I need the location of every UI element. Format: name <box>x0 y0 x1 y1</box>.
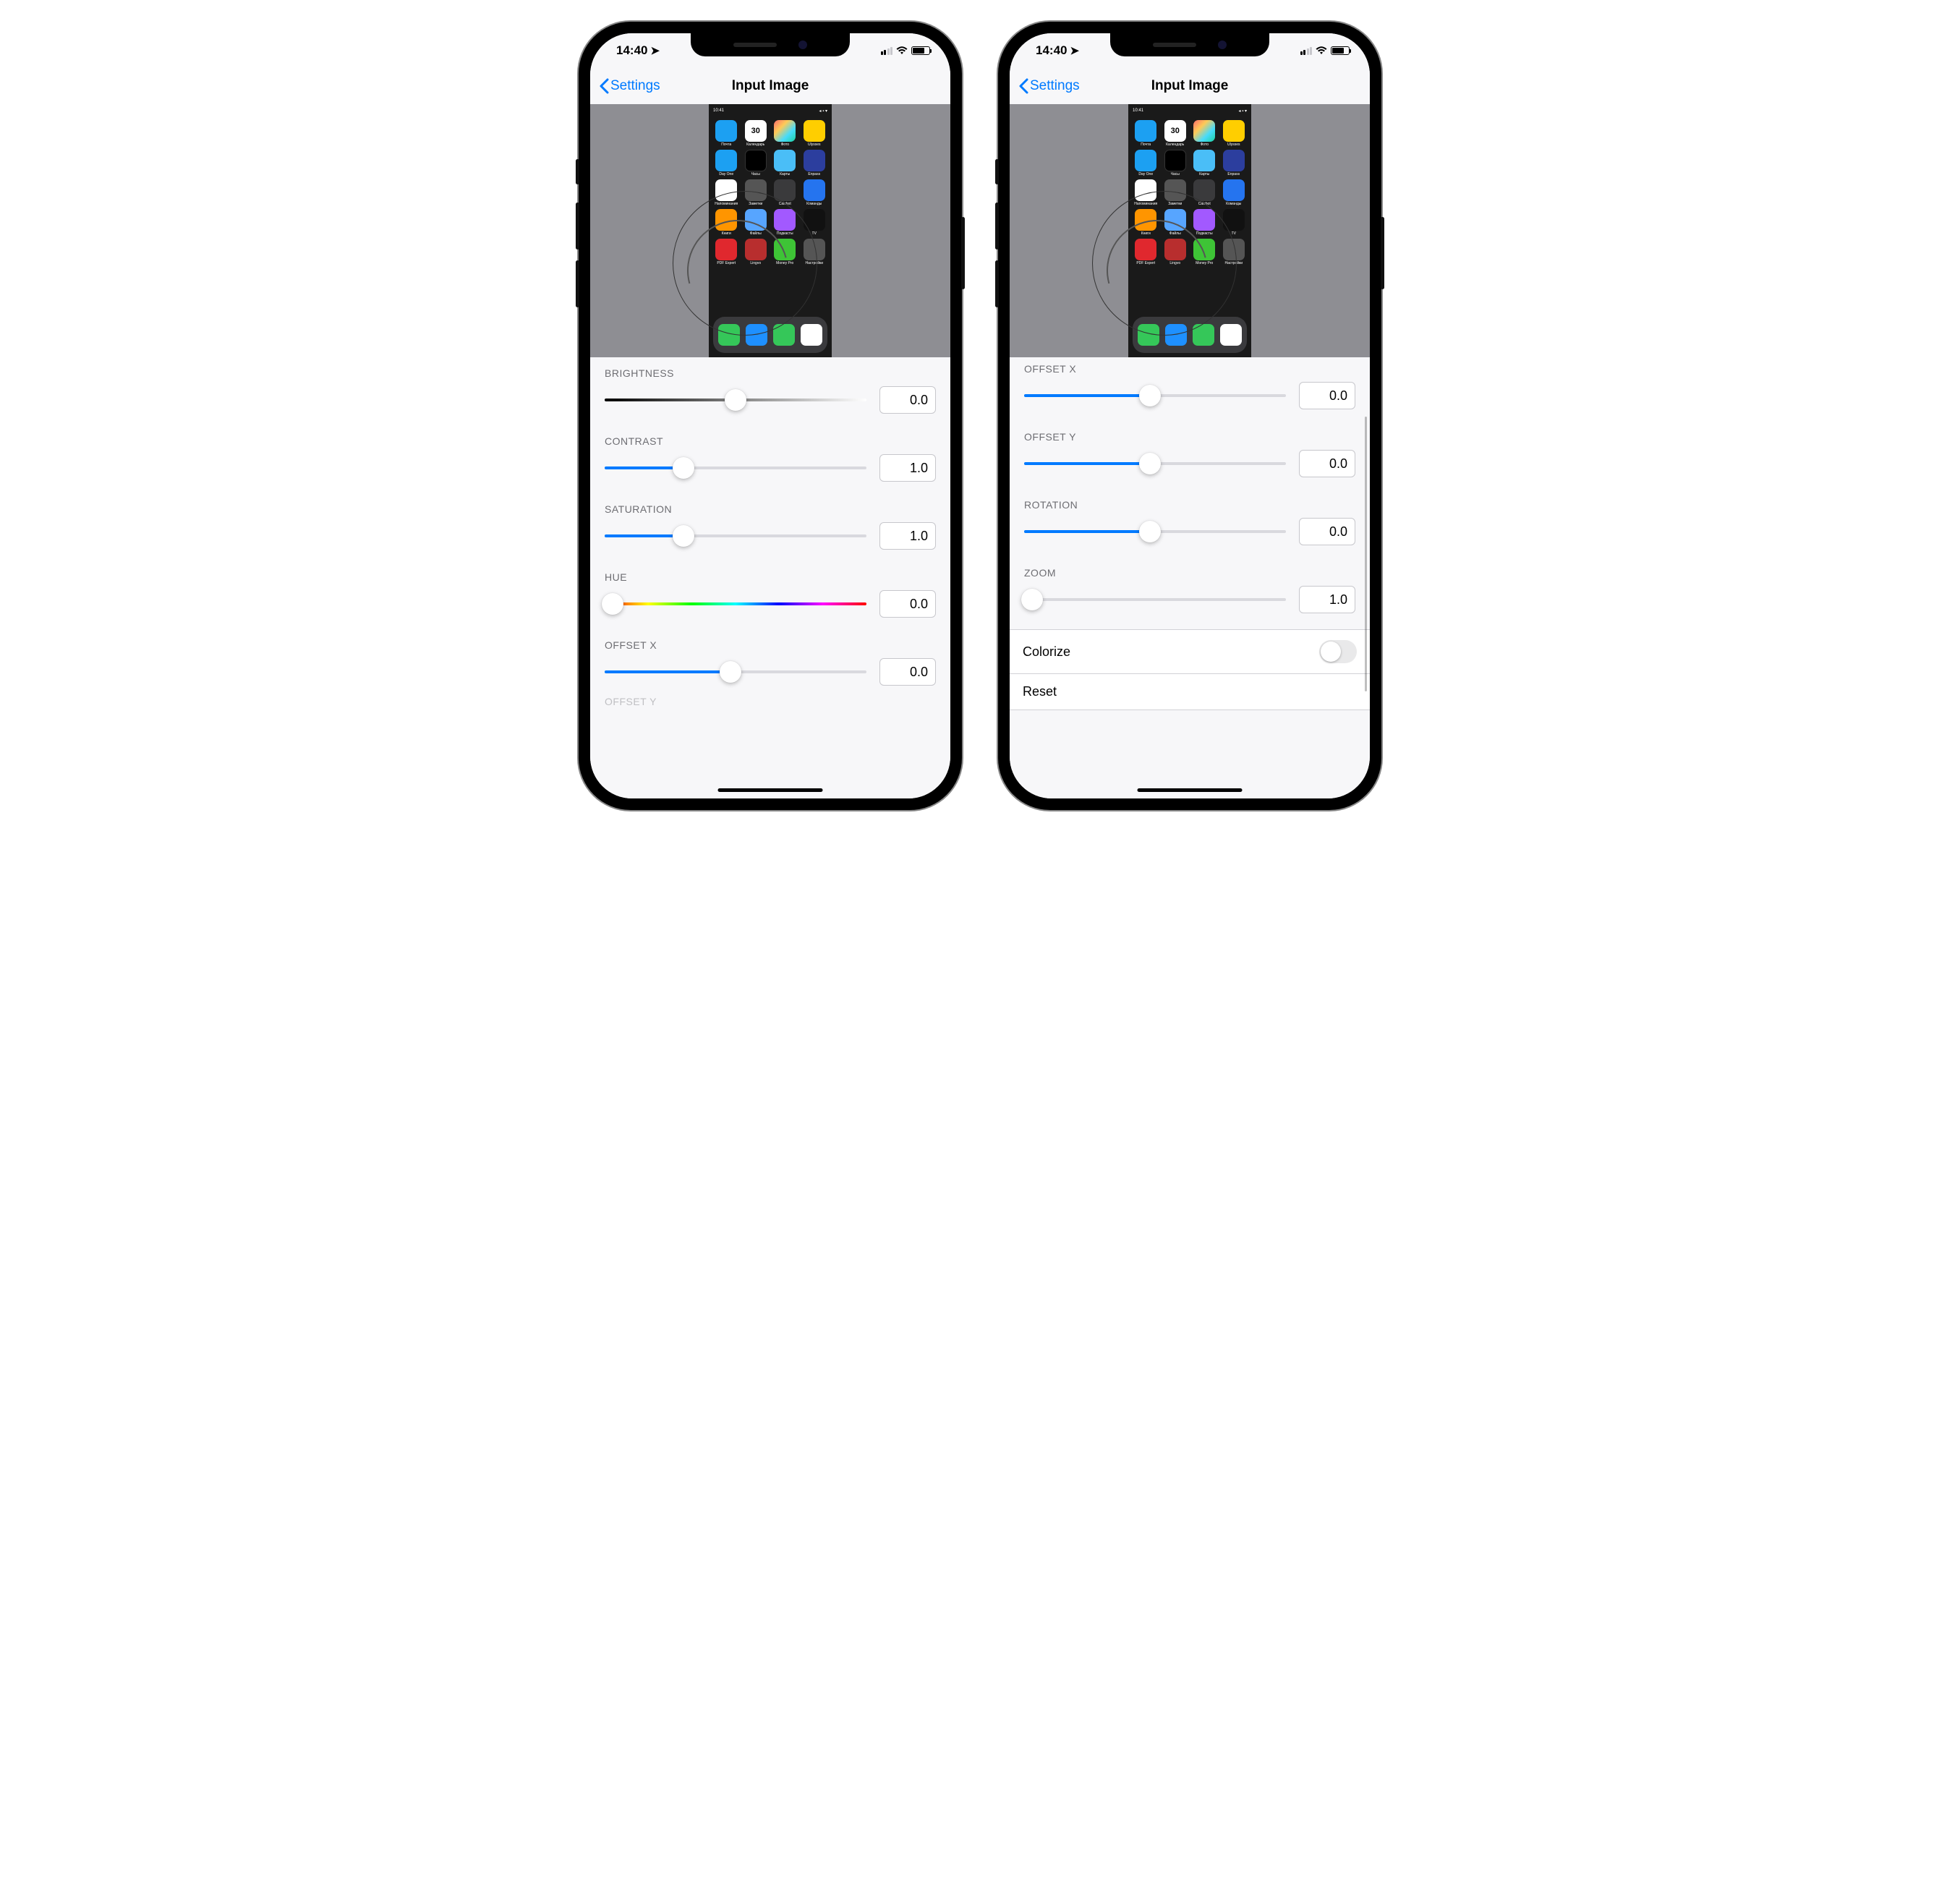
chevron-left-icon <box>599 78 609 94</box>
colorize-label: Colorize <box>1023 644 1070 660</box>
brightness-row: BRIGHTNESS 0.0 <box>605 367 936 414</box>
rotation-slider[interactable] <box>1024 530 1286 533</box>
brightness-value[interactable]: 0.0 <box>879 386 936 414</box>
offsetx-slider[interactable] <box>605 670 866 673</box>
slider-thumb[interactable] <box>673 457 694 479</box>
contrast-row: CONTRAST 1.0 <box>605 435 936 482</box>
notch <box>1110 33 1269 56</box>
offsetx-row: OFFSET X 0.0 <box>605 639 936 686</box>
slider-thumb[interactable] <box>1139 521 1161 542</box>
offsetx-slider[interactable] <box>1024 394 1286 397</box>
offsetx-value[interactable]: 0.0 <box>1299 382 1355 409</box>
chevron-left-icon <box>1018 78 1028 94</box>
status-time: 14:40 <box>616 43 647 58</box>
slider-thumb[interactable] <box>720 661 741 683</box>
zoom-label: ZOOM <box>1024 567 1355 579</box>
offsety-value[interactable]: 0.0 <box>1299 450 1355 477</box>
contrast-slider[interactable] <box>605 466 866 469</box>
status-time: 14:40 <box>1036 43 1067 58</box>
offsetx-label: OFFSET X <box>605 639 936 651</box>
home-indicator[interactable] <box>718 788 823 792</box>
colorize-row: Colorize <box>1010 629 1370 674</box>
reset-label: Reset <box>1023 684 1057 699</box>
signal-icon <box>881 47 893 55</box>
notch <box>691 33 850 56</box>
slider-thumb[interactable] <box>725 389 746 411</box>
back-label: Settings <box>610 78 660 94</box>
offsety-slider[interactable] <box>1024 462 1286 465</box>
slider-thumb[interactable] <box>602 593 623 615</box>
hue-value[interactable]: 0.0 <box>879 590 936 618</box>
hue-label: HUE <box>605 571 936 583</box>
scroll-indicator[interactable] <box>1365 417 1367 691</box>
slider-thumb[interactable] <box>1139 385 1161 406</box>
rotation-label: ROTATION <box>1024 499 1355 511</box>
image-preview[interactable]: 10:41◂ ▪ ▾ Почта30КалендарьФотоUlyssesDa… <box>1010 104 1370 357</box>
preview-homescreen: 10:41◂ ▪ ▾ Почта30КалендарьФотоUlyssesDa… <box>709 104 832 357</box>
battery-icon <box>911 46 930 55</box>
wifi-icon <box>1316 46 1327 55</box>
nav-bar: Settings Input Image <box>1010 68 1370 104</box>
colorize-toggle[interactable] <box>1319 640 1357 663</box>
saturation-value[interactable]: 1.0 <box>879 522 936 550</box>
controls-panel: OFFSET X 0.0 OFFSET Y 0.0 <box>1010 357 1370 798</box>
slider-thumb[interactable] <box>1139 453 1161 474</box>
slider-thumb[interactable] <box>673 525 694 547</box>
saturation-row: SATURATION 1.0 <box>605 503 936 550</box>
offsetx-label: OFFSET X <box>1024 363 1355 375</box>
location-arrow-icon: ➤ <box>1070 44 1079 57</box>
screen-left: 14:40 ➤ Settings Input Image 10:41◂ ▪ ▾ … <box>590 33 950 798</box>
offsetx-row: OFFSET X 0.0 <box>1024 363 1355 409</box>
hue-slider[interactable] <box>605 602 866 605</box>
zoom-value[interactable]: 1.0 <box>1299 586 1355 613</box>
back-button[interactable]: Settings <box>1018 78 1080 94</box>
controls-panel: BRIGHTNESS 0.0 CONTRAST 1.0 <box>590 357 950 798</box>
saturation-slider[interactable] <box>605 534 866 537</box>
brightness-label: BRIGHTNESS <box>605 367 936 379</box>
rotation-value[interactable]: 0.0 <box>1299 518 1355 545</box>
image-preview[interactable]: 10:41◂ ▪ ▾ Почта30КалендарьФотоUlyssesDa… <box>590 104 950 357</box>
rotation-row: ROTATION 0.0 <box>1024 499 1355 545</box>
back-label: Settings <box>1030 78 1080 94</box>
signal-icon <box>1300 47 1313 55</box>
zoom-row: ZOOM 1.0 <box>1024 567 1355 613</box>
screen-right: 14:40 ➤ Settings Input Image 10:41◂ ▪ ▾ … <box>1010 33 1370 798</box>
zoom-slider[interactable] <box>1024 598 1286 601</box>
hue-row: HUE 0.0 <box>605 571 936 618</box>
contrast-label: CONTRAST <box>605 435 936 447</box>
battery-icon <box>1331 46 1350 55</box>
contrast-value[interactable]: 1.0 <box>879 454 936 482</box>
nav-bar: Settings Input Image <box>590 68 950 104</box>
offsety-label-partial: OFFSET Y <box>605 693 936 707</box>
offsety-row: OFFSET Y 0.0 <box>1024 431 1355 477</box>
preview-homescreen: 10:41◂ ▪ ▾ Почта30КалендарьФотоUlyssesDa… <box>1128 104 1251 357</box>
phone-frame-left: 14:40 ➤ Settings Input Image 10:41◂ ▪ ▾ … <box>579 22 962 810</box>
reset-row[interactable]: Reset <box>1010 674 1370 710</box>
wifi-icon <box>896 46 908 55</box>
phone-frame-right: 14:40 ➤ Settings Input Image 10:41◂ ▪ ▾ … <box>998 22 1381 810</box>
home-indicator[interactable] <box>1138 788 1243 792</box>
offsetx-value[interactable]: 0.0 <box>879 658 936 686</box>
offsety-label: OFFSET Y <box>1024 431 1355 443</box>
brightness-slider[interactable] <box>605 399 866 401</box>
back-button[interactable]: Settings <box>599 78 660 94</box>
location-arrow-icon: ➤ <box>650 44 660 57</box>
saturation-label: SATURATION <box>605 503 936 515</box>
slider-thumb[interactable] <box>1021 589 1043 610</box>
